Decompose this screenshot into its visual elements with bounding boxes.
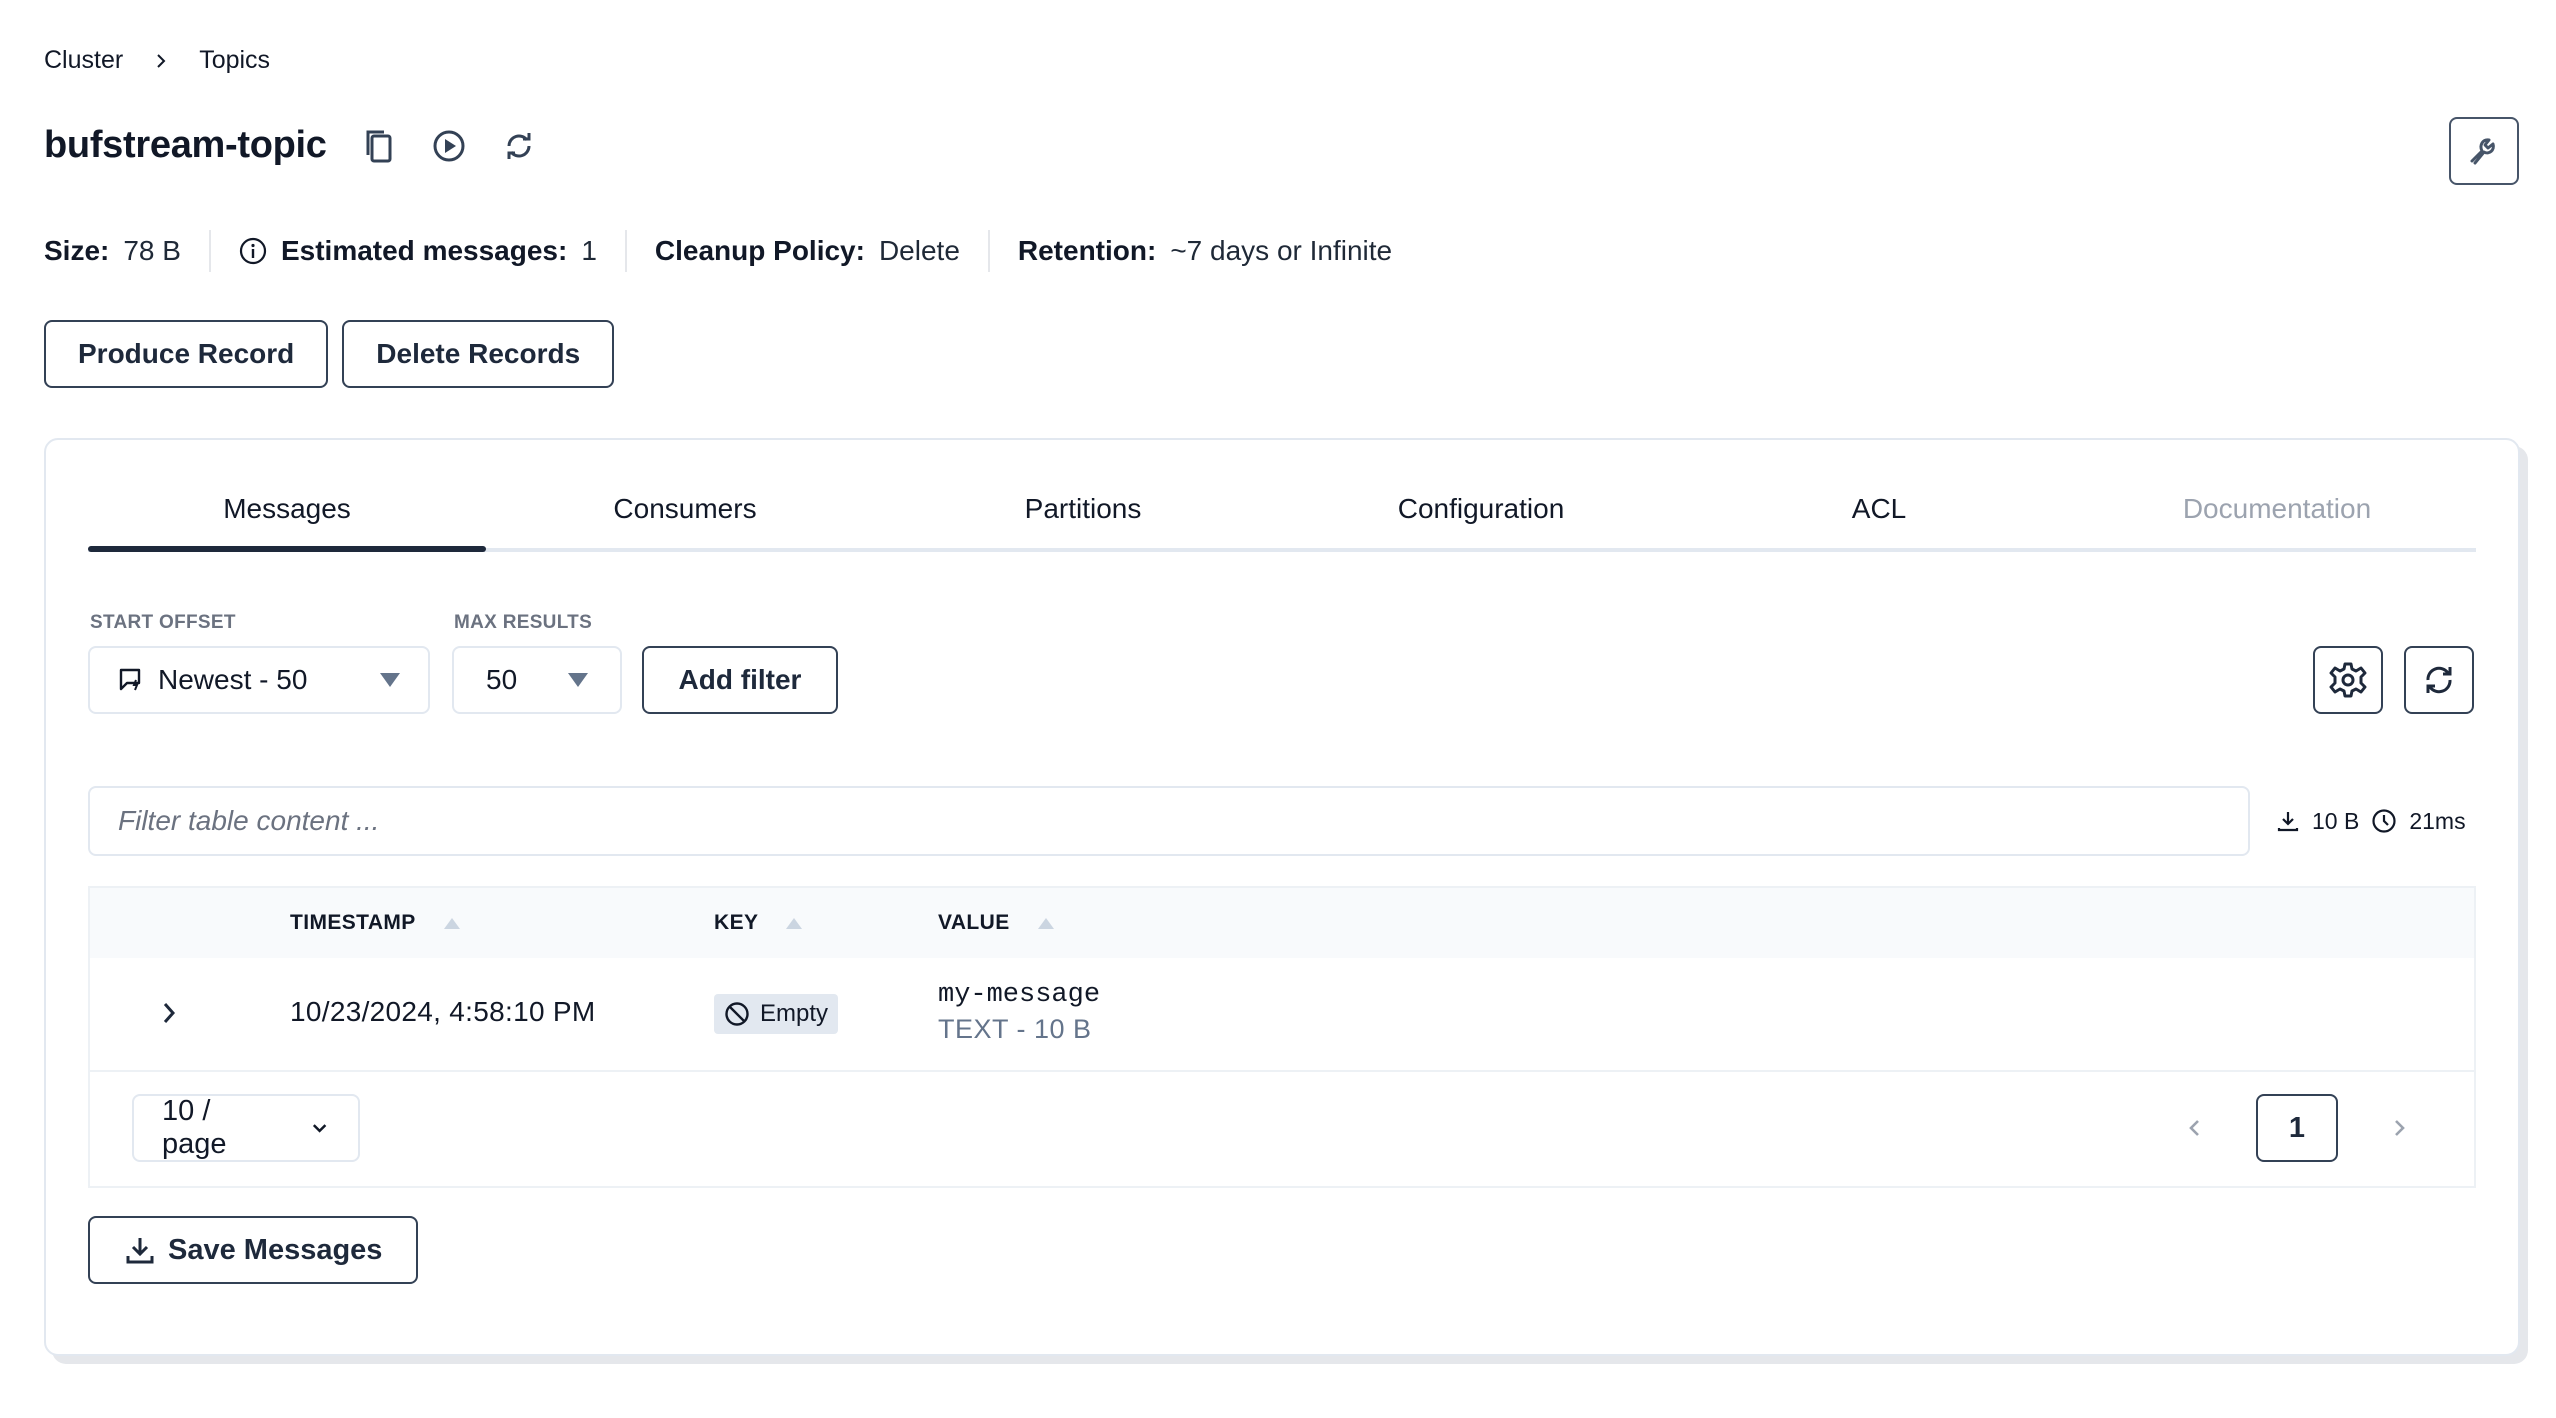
caret-down-icon (568, 673, 588, 687)
column-timestamp[interactable]: TIMESTAMP (290, 911, 460, 935)
pagination: 1 (2182, 1094, 2412, 1162)
download-icon (126, 1238, 154, 1264)
table-settings-button[interactable] (2313, 646, 2383, 714)
chevron-down-icon (312, 1124, 327, 1133)
page-size-value: 10 / page (162, 1095, 227, 1160)
max-results-label: MAX RESULTS (454, 612, 593, 633)
row-value: my-message (938, 980, 1101, 1010)
stat-size: Size: 78 B (44, 230, 209, 272)
wrench-icon (2470, 138, 2495, 165)
column-key-label: KEY (714, 911, 759, 934)
tab-partitions[interactable]: Partitions (884, 480, 1282, 548)
stat-retention: Retention: ~7 days or Infinite (987, 230, 1420, 272)
breadcrumb-topics[interactable]: Topics (199, 46, 270, 75)
column-key[interactable]: KEY (714, 911, 803, 935)
filter-table-input[interactable] (88, 786, 2250, 856)
refresh-icon[interactable] (499, 126, 539, 166)
row-value-meta: TEXT - 10 B (938, 1014, 1092, 1044)
caret-down-icon (380, 673, 400, 687)
reload-messages-button[interactable] (2404, 646, 2474, 714)
column-timestamp-label: TIMESTAMP (290, 911, 416, 934)
play-circle-icon[interactable] (429, 126, 469, 166)
size-label: Size: (44, 235, 110, 266)
add-filter-button[interactable]: Add filter (642, 646, 838, 714)
tab-acl[interactable]: ACL (1680, 480, 2078, 548)
clock-icon (2372, 809, 2396, 833)
sort-icon (786, 917, 803, 929)
copy-icon[interactable] (359, 126, 399, 166)
fetch-duration: 21ms (2409, 807, 2466, 834)
fetch-meta: 10 B 21ms (2276, 800, 2466, 842)
max-results-select[interactable]: 50 (452, 646, 622, 714)
gear-icon (2329, 662, 2367, 698)
tab-configuration[interactable]: Configuration (1282, 480, 1680, 548)
chevron-right-icon (157, 53, 166, 68)
save-messages-button[interactable]: Save Messages (88, 1216, 419, 1284)
delete-records-button[interactable]: Delete Records (342, 320, 615, 388)
prev-page-icon[interactable] (2182, 1115, 2208, 1141)
tab-messages[interactable]: Messages (88, 480, 486, 552)
refresh-icon (2426, 666, 2452, 694)
page-size-select[interactable]: 10 / page (132, 1094, 360, 1162)
breadcrumb: Cluster Topics (44, 46, 270, 75)
start-offset-value: Newest - 50 (158, 664, 308, 695)
max-results-value: 50 (486, 664, 518, 695)
start-offset-label: START OFFSET (90, 612, 236, 633)
download-icon (2277, 812, 2299, 832)
next-page-icon[interactable] (2386, 1115, 2412, 1141)
key-empty-badge: Empty (714, 994, 839, 1034)
ban-icon (725, 1002, 749, 1026)
retention-label: Retention: (1017, 235, 1157, 266)
column-value-label: VALUE (938, 911, 1010, 934)
breadcrumb-cluster[interactable]: Cluster (44, 46, 123, 75)
produce-record-button[interactable]: Produce Record (44, 320, 329, 388)
topic-tabs: Messages Consumers Partitions Configurat… (88, 480, 2476, 552)
page-number-button[interactable]: 1 (2256, 1094, 2338, 1162)
save-messages-label: Save Messages (168, 1233, 383, 1266)
sort-icon (443, 917, 460, 929)
topic-settings-button[interactable] (2449, 117, 2519, 185)
column-value[interactable]: VALUE (938, 911, 1054, 935)
key-value: Empty (760, 1000, 829, 1027)
page-title: bufstream-topic (44, 124, 327, 166)
message-icon (119, 668, 141, 691)
tab-documentation: Documentation (2182, 493, 2372, 524)
sort-icon (1037, 917, 1054, 929)
row-timestamp: 10/23/2024, 4:58:10 PM (290, 996, 596, 1027)
title-row: bufstream-topic (44, 124, 539, 167)
table-header: TIMESTAMP KEY VALUE (90, 888, 2474, 958)
table-row[interactable]: 10/23/2024, 4:58:10 PM Empty my-message … (90, 958, 2474, 1072)
stat-messages: Estimated messages: 1 (208, 230, 625, 272)
info-icon[interactable] (239, 237, 267, 265)
retention-value: ~7 days or Infinite (1170, 235, 1393, 266)
cleanup-value: Delete (878, 235, 960, 266)
cleanup-label: Cleanup Policy: (654, 235, 865, 266)
messages-table: TIMESTAMP KEY VALUE 10/23/2024, 4:58:10 … (88, 886, 2476, 1188)
messages-label: Estimated messages: (280, 235, 568, 266)
topic-actions: Produce Record Delete Records (44, 320, 615, 388)
fetched-bytes: 10 B (2312, 807, 2360, 834)
table-footer: 10 / page 1 (90, 1072, 2474, 1186)
start-offset-select[interactable]: Newest - 50 (88, 646, 430, 714)
tab-consumers[interactable]: Consumers (486, 480, 884, 548)
messages-value: 1 (581, 235, 597, 266)
stat-cleanup: Cleanup Policy: Delete (624, 230, 988, 272)
size-value: 78 B (123, 235, 181, 266)
expand-row-icon[interactable] (154, 998, 184, 1028)
topic-stats: Size: 78 B Estimated messages: 1 Cleanup… (44, 230, 1420, 272)
